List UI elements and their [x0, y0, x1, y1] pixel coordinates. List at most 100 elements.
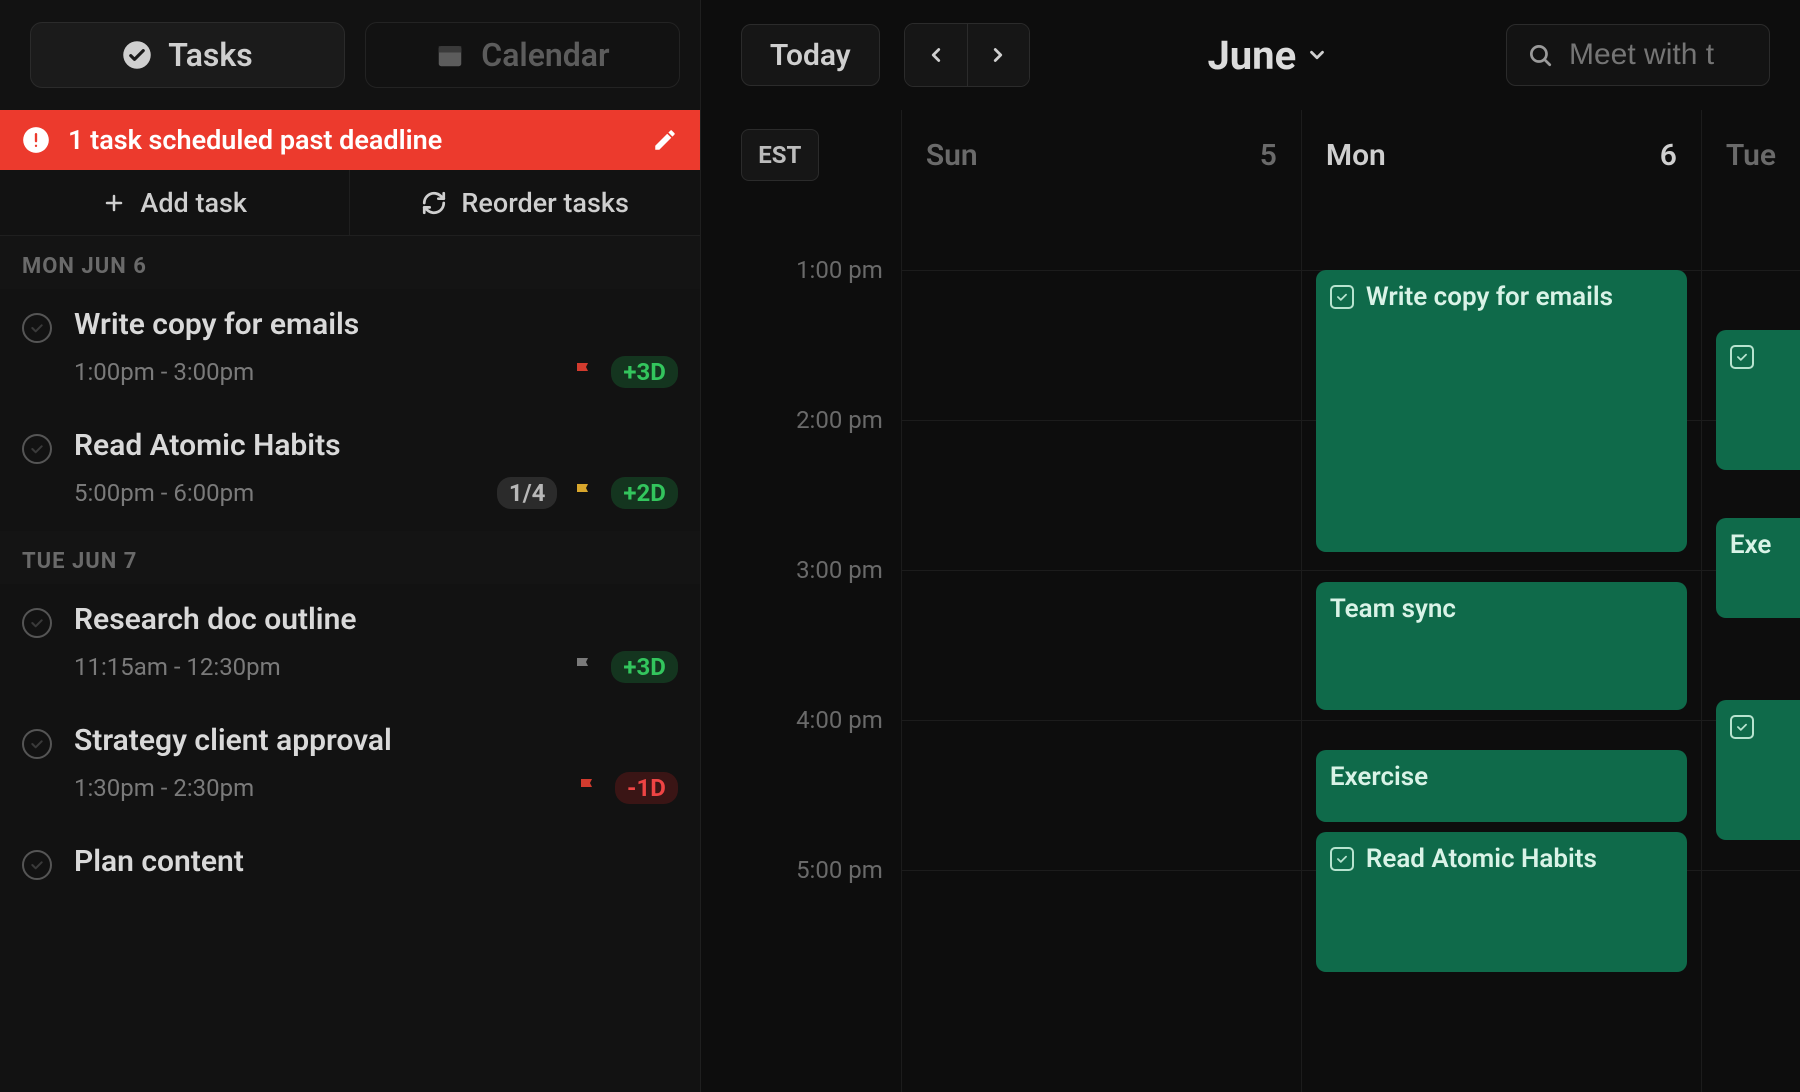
hour-line: [902, 420, 1301, 421]
day-column-mon[interactable]: Write copy for emails Team sync Exercise Re…: [1301, 200, 1701, 1092]
tab-calendar[interactable]: Calendar: [365, 22, 680, 88]
time-label: 5:00 pm: [796, 856, 883, 884]
hour-line: [1702, 270, 1800, 271]
day-name: Sun: [926, 138, 978, 173]
edit-icon[interactable]: [652, 127, 678, 153]
day-header-tue: Tue: [1701, 110, 1800, 200]
sidebar: Tasks Calendar 1 task scheduled past dea…: [0, 0, 701, 1092]
task-delta: +3D: [611, 651, 677, 683]
task-item[interactable]: Write copy for emails 1:00pm - 3:00pm +3D: [0, 289, 700, 410]
event-checkbox[interactable]: [1730, 715, 1754, 739]
task-checkbox[interactable]: [22, 850, 52, 880]
event-title: Exercise: [1330, 762, 1428, 810]
calendar-event[interactable]: [1716, 700, 1800, 840]
event-title: Exe: [1730, 530, 1772, 606]
task-item[interactable]: Read Atomic Habits5:00pm - 6:00pm1/4+2D: [0, 410, 700, 531]
task-checkbox[interactable]: [22, 608, 52, 638]
reorder-tasks-button[interactable]: Reorder tasks: [349, 170, 699, 235]
today-label: Today: [770, 38, 851, 73]
task-list: MON JUN 6 Write copy for emails 1:00pm - 3…: [0, 236, 700, 902]
add-task-label: Add task: [140, 187, 247, 219]
day-name: Tue: [1726, 138, 1776, 173]
task-title: Research doc outline: [74, 602, 678, 637]
task-checkbox[interactable]: [22, 313, 52, 343]
hour-line: [1702, 870, 1800, 871]
tab-tasks[interactable]: Tasks: [30, 22, 345, 88]
task-actions: Add task Reorder tasks: [0, 170, 700, 236]
calendar-day-header: EST Sun 5 Mon 6 Tue: [701, 110, 1800, 200]
task-title: Plan content: [74, 844, 678, 879]
day-column-sun[interactable]: [901, 200, 1301, 1092]
task-checkbox[interactable]: [22, 434, 52, 464]
event-checkbox[interactable]: [1730, 345, 1754, 369]
day-section-header: MON JUN 6: [0, 236, 700, 289]
task-title: Write copy for emails: [74, 307, 678, 342]
add-task-button[interactable]: Add task: [0, 170, 349, 235]
time-column: 1:00 pm 2:00 pm 3:00 pm 4:00 pm 5:00 pm: [741, 200, 901, 1092]
calendar-pane: Today June EST Sun 5: [701, 0, 1800, 1092]
prev-button[interactable]: [905, 24, 967, 86]
month-picker[interactable]: June: [1054, 32, 1482, 79]
hour-line: [1302, 720, 1701, 721]
reorder-icon: [421, 190, 447, 216]
search-icon: [1527, 42, 1553, 68]
day-name: Mon: [1326, 138, 1386, 173]
hour-line: [902, 720, 1301, 721]
task-title: Read Atomic Habits: [74, 428, 678, 463]
deadline-alert[interactable]: 1 task scheduled past deadline: [0, 110, 700, 170]
calendar-toolbar: Today June: [701, 0, 1800, 110]
hour-line: [902, 570, 1301, 571]
nav-arrows: [904, 23, 1030, 87]
next-button[interactable]: [967, 24, 1029, 86]
event-checkbox[interactable]: [1330, 285, 1354, 309]
day-num: 5: [1260, 138, 1277, 173]
timezone-label: EST: [758, 141, 801, 169]
calendar-event[interactable]: Team sync: [1316, 582, 1687, 710]
calendar-icon: [435, 40, 465, 70]
reorder-tasks-label: Reorder tasks: [461, 187, 628, 219]
task-item[interactable]: Research doc outline 11:15am - 12:30pm +3D: [0, 584, 700, 705]
calendar-event[interactable]: Exercise: [1316, 750, 1687, 822]
day-column-tue[interactable]: Exe: [1701, 200, 1800, 1092]
hour-line: [902, 870, 1301, 871]
flag-icon[interactable]: [571, 654, 597, 680]
search-input[interactable]: [1569, 38, 1749, 72]
task-item[interactable]: Plan content: [0, 826, 700, 902]
task-time: 1:00pm - 3:00pm: [74, 358, 557, 386]
task-title: Strategy client approval: [74, 723, 678, 758]
check-circle-icon: [122, 40, 152, 70]
calendar-body: 1:00 pm 2:00 pm 3:00 pm 4:00 pm 5:00 pm Writ…: [701, 200, 1800, 1092]
time-label: 3:00 pm: [796, 556, 883, 584]
search-box[interactable]: [1506, 24, 1770, 86]
calendar-event[interactable]: Read Atomic Habits: [1316, 832, 1687, 972]
flag-icon[interactable]: [571, 359, 597, 385]
task-delta: -1D: [615, 772, 678, 804]
task-delta: +2D: [611, 477, 677, 509]
sidebar-tabs: Tasks Calendar: [0, 0, 700, 110]
alert-icon: [22, 126, 50, 154]
flag-icon[interactable]: [571, 480, 597, 506]
day-header-mon: Mon 6: [1301, 110, 1701, 200]
task-time: 11:15am - 12:30pm: [74, 653, 557, 681]
flag-icon[interactable]: [575, 775, 601, 801]
day-num: 6: [1660, 138, 1677, 173]
task-delta: +3D: [611, 356, 677, 388]
month-label-text: June: [1207, 32, 1296, 79]
tab-calendar-label: Calendar: [481, 36, 609, 74]
event-checkbox[interactable]: [1330, 847, 1354, 871]
time-label: 4:00 pm: [796, 706, 883, 734]
task-time: 1:30pm - 2:30pm: [74, 774, 561, 802]
alert-text: 1 task scheduled past deadline: [68, 124, 442, 156]
time-label: 2:00 pm: [796, 406, 883, 434]
calendar-event[interactable]: [1716, 330, 1800, 470]
calendar-event[interactable]: Exe: [1716, 518, 1800, 618]
today-button[interactable]: Today: [741, 24, 880, 86]
day-section-header: TUE JUN 7: [0, 531, 700, 584]
task-item[interactable]: Strategy client approval 1:30pm - 2:30pm -…: [0, 705, 700, 826]
calendar-event[interactable]: Write copy for emails: [1316, 270, 1687, 552]
task-progress: 1/4: [497, 477, 557, 509]
event-title: Read Atomic Habits: [1366, 844, 1597, 960]
task-checkbox[interactable]: [22, 729, 52, 759]
timezone-badge[interactable]: EST: [741, 129, 819, 181]
time-label: 1:00 pm: [796, 256, 883, 284]
